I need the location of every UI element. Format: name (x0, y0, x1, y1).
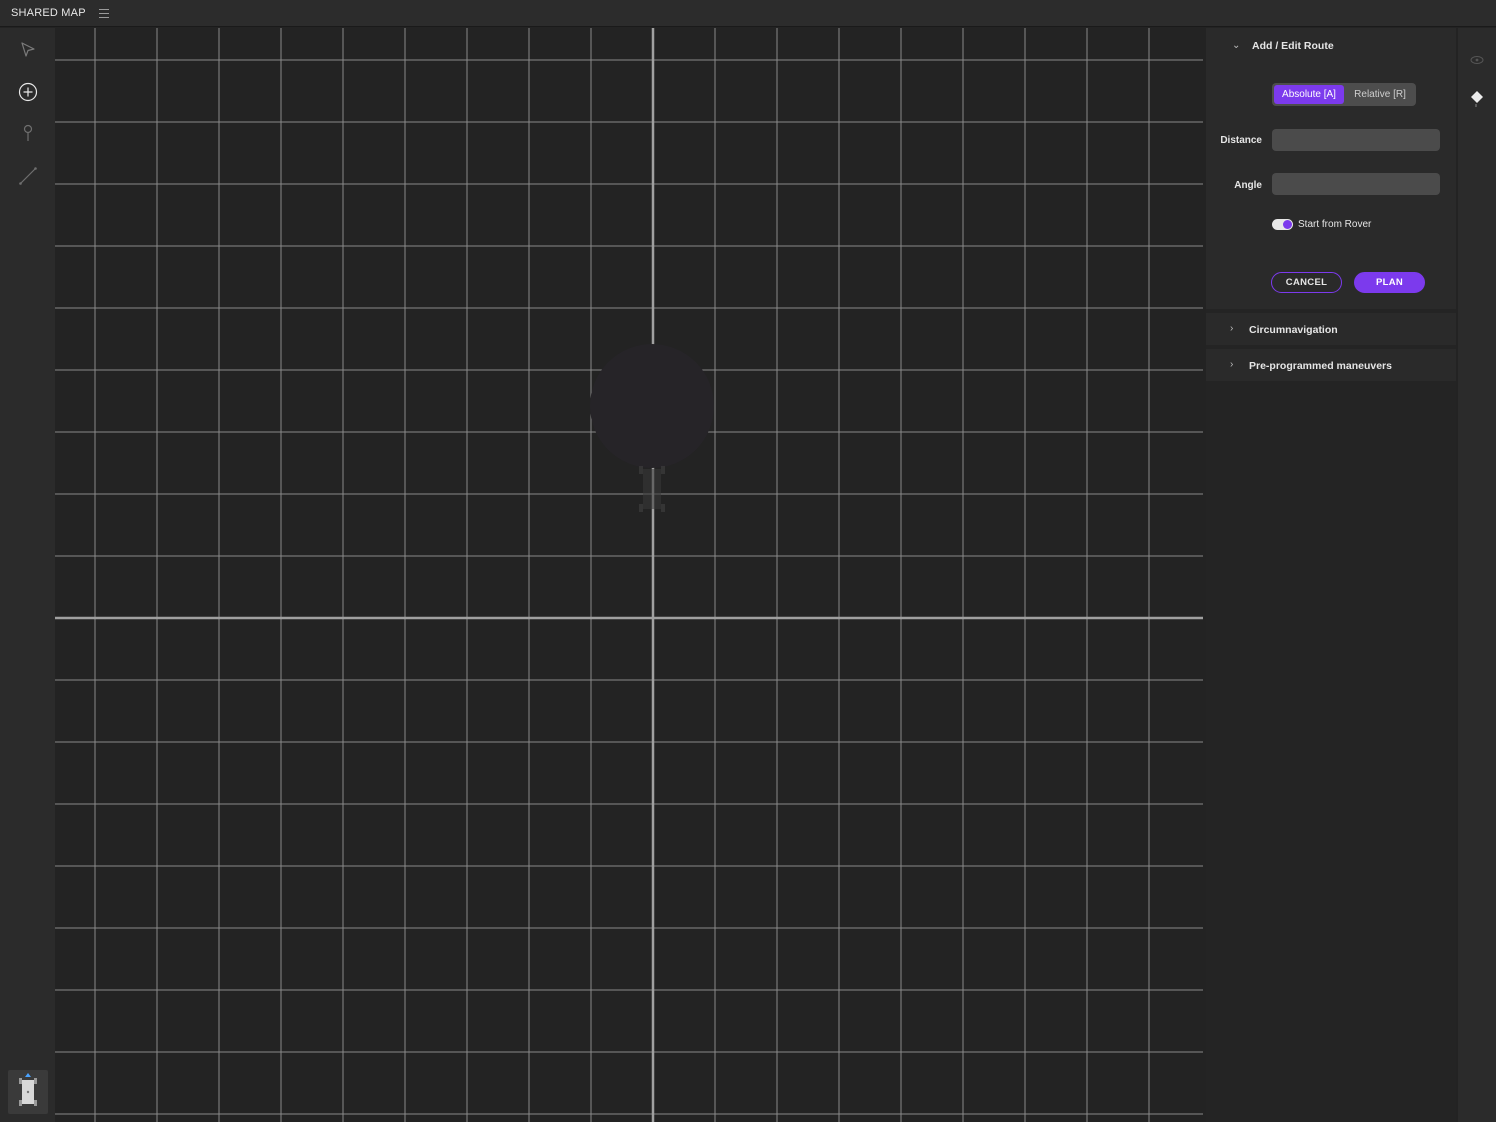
circumnavigation-section[interactable]: › Circumnavigation (1206, 313, 1456, 345)
distance-label: Distance (1220, 135, 1262, 146)
plan-button[interactable]: PLAN (1354, 272, 1425, 293)
chevron-down-icon[interactable]: ⌄ (1232, 40, 1240, 51)
chevron-right-icon: › (1230, 323, 1234, 334)
chevron-right-icon: › (1230, 359, 1234, 370)
section-title-add-edit-route[interactable]: Add / Edit Route (1252, 40, 1334, 52)
select-pointer-icon[interactable] (16, 38, 40, 62)
waypoint-diamond-icon[interactable] (1470, 90, 1484, 113)
rover-thumbnail[interactable] (8, 1070, 48, 1114)
rover-marker-icon (639, 466, 665, 512)
mode-relative-button[interactable]: Relative [R] (1346, 85, 1414, 104)
rover-icon (19, 1073, 37, 1106)
right-rail (1458, 28, 1496, 1122)
section-title-maneuvers[interactable]: Pre-programmed maneuvers (1249, 360, 1392, 372)
top-bar: SHARED MAP (0, 0, 1496, 27)
angle-label: Angle (1234, 180, 1262, 191)
add-circle-icon[interactable] (16, 80, 40, 104)
start-from-rover-toggle[interactable] (1272, 219, 1293, 230)
eye-icon[interactable] (1470, 52, 1484, 70)
mode-absolute-button[interactable]: Absolute [A] (1274, 85, 1344, 104)
menu-icon[interactable] (97, 6, 111, 20)
add-edit-route-section: ⌄ Add / Edit Route Absolute [A] Relative… (1206, 28, 1456, 309)
route-panel: ⌄ Add / Edit Route Absolute [A] Relative… (1206, 28, 1456, 1122)
distance-input[interactable] (1272, 129, 1440, 151)
cancel-button[interactable]: CANCEL (1271, 272, 1342, 293)
app-title: SHARED MAP (11, 7, 86, 19)
rover-glow (590, 344, 714, 468)
left-toolbar (0, 28, 55, 1122)
start-from-rover-label: Start from Rover (1298, 219, 1372, 230)
maneuvers-section[interactable]: › Pre-programmed maneuvers (1206, 349, 1456, 381)
rover-marker-layer (590, 344, 714, 512)
map-canvas[interactable] (55, 28, 1203, 1122)
waypoint-pin-icon[interactable] (16, 121, 40, 145)
section-title-circumnavigation[interactable]: Circumnavigation (1249, 324, 1338, 336)
angle-input[interactable] (1272, 173, 1440, 195)
measure-line-icon[interactable] (16, 164, 40, 188)
mode-toggle: Absolute [A] Relative [R] (1272, 83, 1416, 106)
